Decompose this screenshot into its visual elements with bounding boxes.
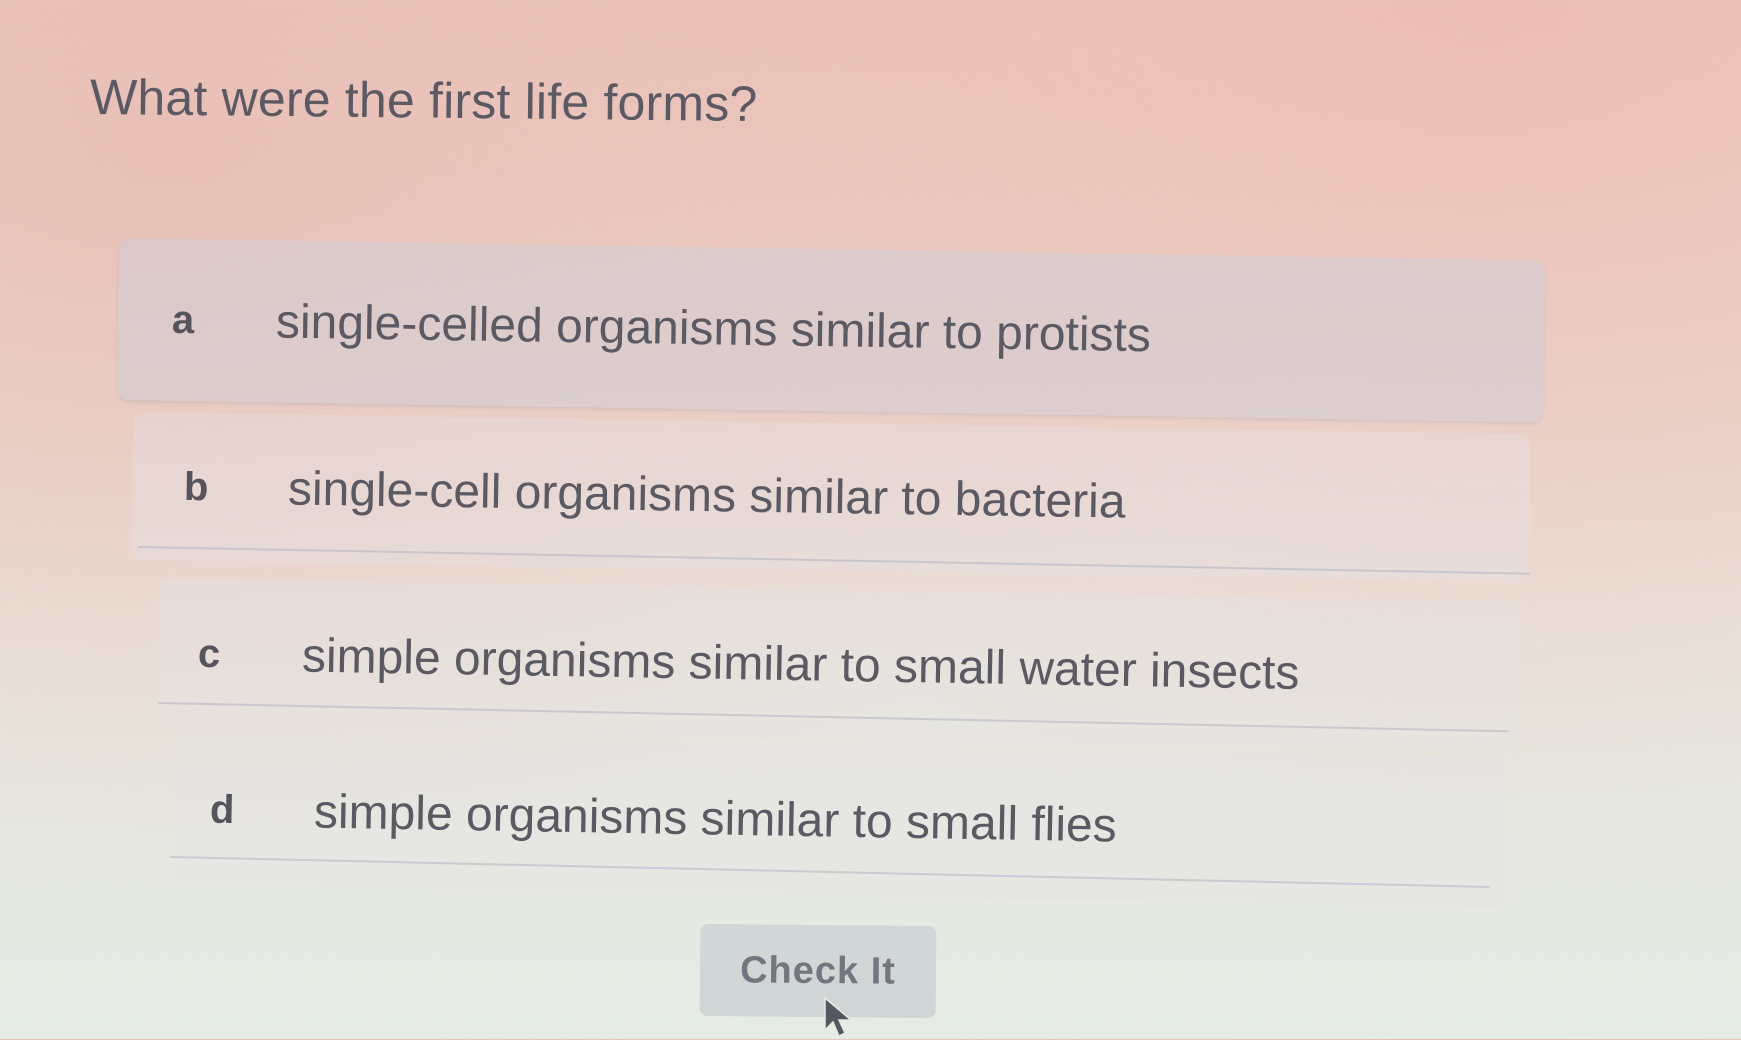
- option-b[interactable]: b single-cell organisms similar to bacte…: [130, 412, 1531, 582]
- answer-options: a single-celled organisms similar to pro…: [0, 0, 1741, 1039]
- option-text: simple organisms similar to small water …: [301, 629, 1300, 700]
- option-letter: b: [183, 464, 209, 509]
- option-a[interactable]: a single-celled organisms similar to pro…: [116, 238, 1546, 423]
- option-letter: a: [171, 297, 195, 342]
- mouse-pointer-icon: [824, 996, 854, 1038]
- check-it-button[interactable]: Check It: [699, 923, 937, 1019]
- option-text: single-cell organisms similar to bacteri…: [287, 461, 1126, 529]
- option-text: simple organisms similar to small flies: [313, 784, 1118, 852]
- option-text: single-celled organisms similar to proti…: [275, 294, 1152, 362]
- option-letter: c: [197, 631, 221, 676]
- option-letter: d: [209, 787, 235, 832]
